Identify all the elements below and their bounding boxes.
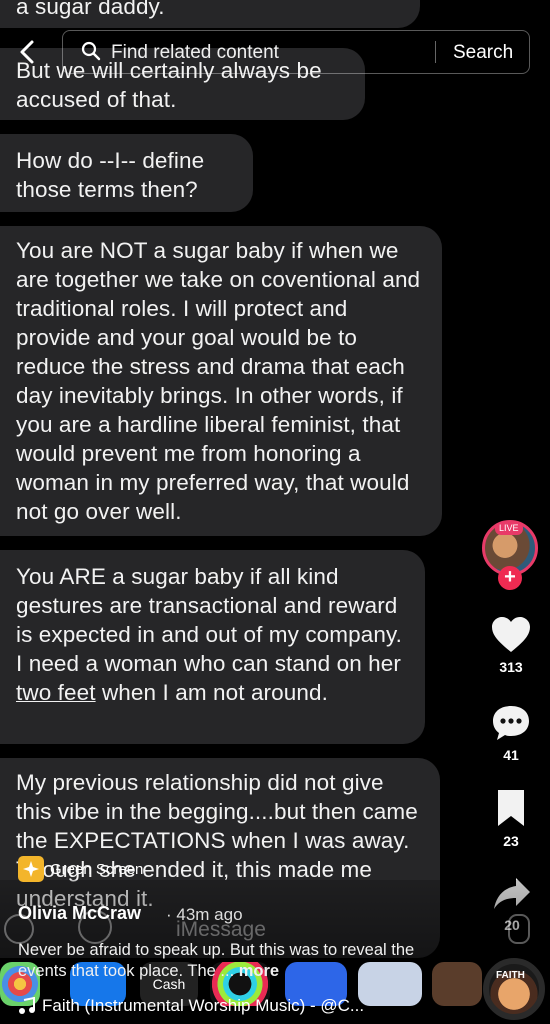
author-name[interactable]: Olivia McCraw — [18, 903, 141, 924]
message-bubble-2: How do --I-- define those terms then? — [0, 134, 253, 212]
music-disc[interactable] — [483, 958, 545, 1020]
comment-icon — [493, 706, 529, 740]
comment-button[interactable]: 41 — [491, 704, 531, 763]
heart-icon — [492, 617, 530, 652]
caption-text: Never be afraid to speak up. But this wa… — [18, 941, 415, 980]
follow-plus-button[interactable]: + — [498, 566, 522, 590]
save-button[interactable]: 23 — [494, 788, 528, 849]
music-title: Faith (Instrumental Worship Music) - @C.… — [42, 996, 365, 1015]
message-text: a sugar daddy. — [16, 0, 165, 19]
search-input[interactable]: Find related content — [111, 42, 279, 64]
message-text: You are NOT a sugar baby if when we are … — [16, 238, 421, 524]
comment-count: 41 — [503, 747, 519, 763]
message-bubble-0: a sugar daddy. — [0, 0, 420, 28]
microphone-icon — [508, 914, 530, 944]
back-arrow-icon[interactable] — [14, 37, 44, 67]
music-disc-label: FAITH — [496, 970, 525, 981]
message-bubble-3: You are NOT a sugar baby if when we are … — [0, 226, 442, 536]
like-button[interactable]: 313 — [490, 616, 532, 675]
search-icon — [81, 41, 101, 61]
effect-label: Green Screen — [50, 860, 144, 878]
message-text: when I am not around. — [95, 680, 328, 705]
live-badge: LIVE — [495, 522, 523, 535]
message-bubble-4: You ARE a sugar baby if all kind gesture… — [0, 550, 425, 744]
sticker-app-icon — [432, 962, 482, 1006]
message-text: You ARE a sugar baby if all kind gesture… — [16, 564, 402, 676]
message-text: How do --I-- define those terms then? — [16, 148, 205, 202]
effect-icon — [18, 856, 44, 882]
divider — [435, 41, 436, 63]
more-link[interactable]: more — [239, 962, 279, 980]
music-track[interactable]: Faith (Instrumental Worship Music) - @C.… — [18, 996, 364, 1016]
bookmark-icon — [498, 790, 524, 826]
message-link[interactable]: two feet — [16, 680, 96, 705]
like-count: 313 — [499, 659, 523, 675]
post-time: · 43m ago — [166, 905, 243, 924]
save-count: 23 — [503, 833, 519, 849]
post-caption: Never be afraid to speak up. But this wa… — [18, 940, 428, 982]
green-screen-effect[interactable]: Green Screen — [18, 856, 143, 882]
search-button[interactable]: Search — [453, 42, 513, 64]
music-note-icon — [19, 997, 35, 1014]
search-bar[interactable]: Find related content Search — [62, 30, 530, 74]
